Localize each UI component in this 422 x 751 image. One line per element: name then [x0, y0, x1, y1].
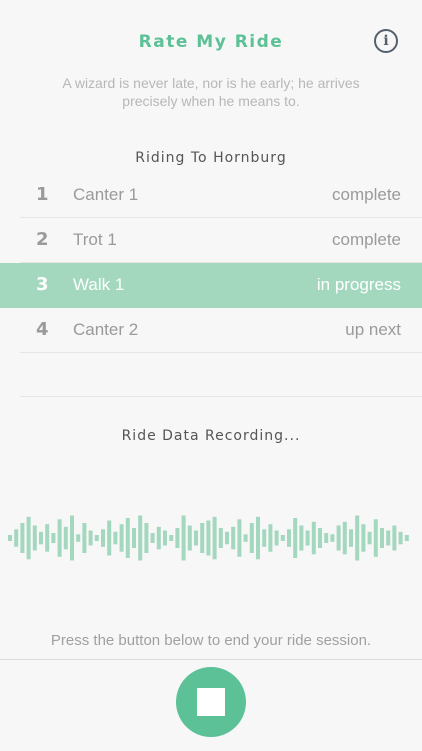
waveform-bar	[225, 531, 229, 545]
waveform-bar	[175, 528, 180, 548]
waveform-bar	[163, 530, 167, 546]
waveform-bar	[101, 529, 105, 547]
segment-name: Canter 1	[73, 185, 139, 204]
waveform-bar	[287, 529, 291, 547]
segment-row-active[interactable]: 3 Walk 1 in progress	[0, 263, 422, 308]
segment-number: 3	[36, 274, 49, 295]
waveform-bar	[293, 518, 298, 558]
waveform-bar	[243, 534, 248, 542]
waveform-bar	[398, 531, 403, 545]
waveform-bar	[373, 519, 378, 557]
end-ride-hint: Press the button below to end your ride …	[50, 632, 372, 649]
segment-status: complete	[332, 230, 401, 249]
waveform-bar	[14, 529, 19, 547]
waveform-bar	[237, 519, 242, 557]
waveform-bar	[386, 530, 391, 546]
waveform-bar	[231, 526, 236, 550]
waveform-bar	[194, 530, 198, 546]
info-icon[interactable]: i	[374, 29, 398, 53]
waveform-bar	[26, 516, 31, 560]
waveform-bar	[150, 533, 155, 543]
waveform-bar	[404, 535, 409, 541]
waveform-bar	[200, 523, 205, 553]
waveform-bar	[299, 525, 304, 551]
audio-waveform	[8, 515, 409, 561]
waveform-bar	[305, 530, 310, 546]
waveform-bar	[8, 535, 12, 541]
waveform-bar	[45, 524, 50, 552]
waveform-bar	[57, 519, 62, 557]
segment-row[interactable]: 4 Canter 2 up next	[20, 308, 422, 353]
waveform-bar	[51, 533, 56, 543]
divider	[20, 396, 422, 397]
waveform-bar	[119, 524, 124, 552]
app-title: Rate My Ride	[138, 32, 284, 52]
waveform-bar	[76, 534, 81, 542]
header: Rate My Ride i	[0, 0, 422, 70]
waveform-bar	[330, 534, 335, 542]
waveform-bar	[218, 528, 223, 548]
segment-list: 1 Canter 1 complete 2 Trot 1 complete 3 …	[0, 173, 422, 353]
waveform-bar	[132, 528, 136, 548]
stop-button[interactable]	[176, 667, 246, 737]
segment-status: in progress	[316, 275, 401, 294]
segment-number: 2	[36, 229, 49, 250]
route-title: Riding To Hornburg	[135, 150, 287, 166]
waveform-bar	[107, 520, 112, 556]
waveform-bar	[70, 515, 74, 561]
stop-icon	[197, 688, 225, 716]
waveform-bar	[20, 523, 25, 553]
waveform-bar	[392, 525, 397, 551]
quote-text: A wizard is never late, nor is he early;…	[62, 75, 360, 109]
waveform-bar	[156, 526, 161, 550]
segment-number: 1	[36, 184, 49, 205]
waveform-bar	[63, 526, 68, 550]
segment-status: complete	[332, 185, 401, 204]
waveform-bar	[380, 528, 384, 548]
waveform-bar	[268, 524, 273, 552]
waveform-bar	[311, 521, 316, 555]
waveform-bar	[181, 515, 186, 561]
waveform-bar	[88, 530, 93, 546]
waveform-bar	[212, 516, 217, 560]
segment-name: Trot 1	[73, 230, 117, 249]
waveform-bar	[206, 520, 211, 556]
waveform-bar	[336, 525, 341, 551]
waveform-bar	[32, 525, 37, 551]
recording-status: Ride Data Recording...	[121, 428, 301, 444]
waveform-bar	[169, 535, 174, 541]
waveform-bar	[187, 525, 192, 551]
waveform-bar	[138, 515, 143, 561]
waveform-bar	[262, 529, 267, 547]
waveform-bar	[355, 515, 360, 561]
segment-row[interactable]: 1 Canter 1 complete	[20, 173, 422, 218]
waveform-bar	[361, 524, 366, 552]
waveform-bar	[39, 531, 43, 545]
waveform-bar	[125, 518, 130, 558]
waveform-bar	[349, 529, 353, 547]
waveform-bar	[82, 523, 87, 553]
waveform-bar	[144, 523, 149, 553]
waveform-bar	[342, 521, 347, 555]
waveform-bar	[274, 530, 279, 546]
waveform-bar	[367, 531, 372, 545]
waveform-bar	[94, 535, 99, 541]
waveform-bar	[280, 535, 285, 541]
waveform-bar	[256, 516, 260, 560]
segment-name: Walk 1	[73, 275, 125, 294]
segment-number: 4	[36, 319, 49, 340]
segment-status: up next	[345, 320, 401, 339]
segment-name: Canter 2	[73, 320, 139, 339]
waveform-bar	[113, 531, 118, 545]
waveform-bar	[249, 523, 254, 553]
segment-row[interactable]: 2 Trot 1 complete	[20, 218, 422, 263]
waveform-bar	[318, 528, 322, 548]
waveform-bar	[324, 533, 329, 543]
